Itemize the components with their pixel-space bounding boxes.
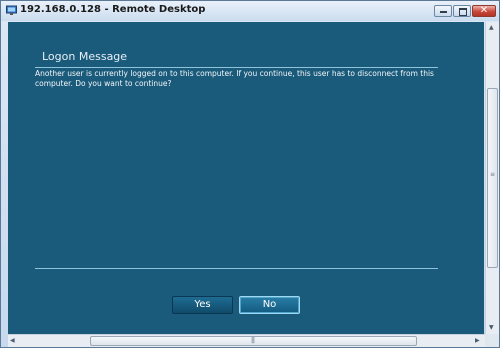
scroll-up-arrow-icon[interactable]: ▲: [489, 24, 494, 32]
scroll-down-arrow-icon[interactable]: ▼: [489, 324, 494, 332]
horizontal-scrollbar[interactable]: ◀ ||| ▶: [8, 334, 485, 347]
vertical-grip-icon: ≡: [490, 171, 496, 178]
scroll-right-arrow-icon[interactable]: ▶: [475, 337, 480, 345]
vertical-scroll-thumb[interactable]: ≡: [487, 88, 498, 268]
close-button[interactable]: ✕: [472, 5, 496, 17]
dialog-message: Another user is currently logged on to t…: [35, 69, 434, 88]
title-bar[interactable]: 192.168.0.128 - Remote Desktop ✕: [1, 1, 499, 21]
close-icon: ✕: [479, 5, 489, 16]
yes-button[interactable]: Yes: [172, 296, 233, 314]
scroll-left-arrow-icon[interactable]: ◀: [10, 337, 15, 345]
no-button[interactable]: No: [239, 296, 300, 314]
vertical-scrollbar[interactable]: ▲ ≡ ▼: [485, 22, 499, 334]
minimize-icon: [440, 11, 447, 13]
minimize-button[interactable]: [434, 5, 452, 17]
remote-session-area[interactable]: Logon Message Another user is currently …: [8, 22, 484, 334]
horizontal-grip-icon: |||: [251, 337, 255, 344]
title-divider: [35, 67, 438, 68]
horizontal-scroll-thumb[interactable]: |||: [90, 336, 417, 346]
scrollbar-corner: [485, 334, 499, 347]
remote-desktop-window: 192.168.0.128 - Remote Desktop ✕ Logon M…: [0, 0, 500, 348]
remote-desktop-icon: [6, 5, 17, 15]
dialog-title: Logon Message: [42, 50, 128, 63]
maximize-icon: [459, 8, 467, 16]
button-divider: [35, 268, 438, 269]
window-title: 192.168.0.128 - Remote Desktop: [20, 4, 206, 15]
maximize-button[interactable]: [453, 5, 471, 17]
